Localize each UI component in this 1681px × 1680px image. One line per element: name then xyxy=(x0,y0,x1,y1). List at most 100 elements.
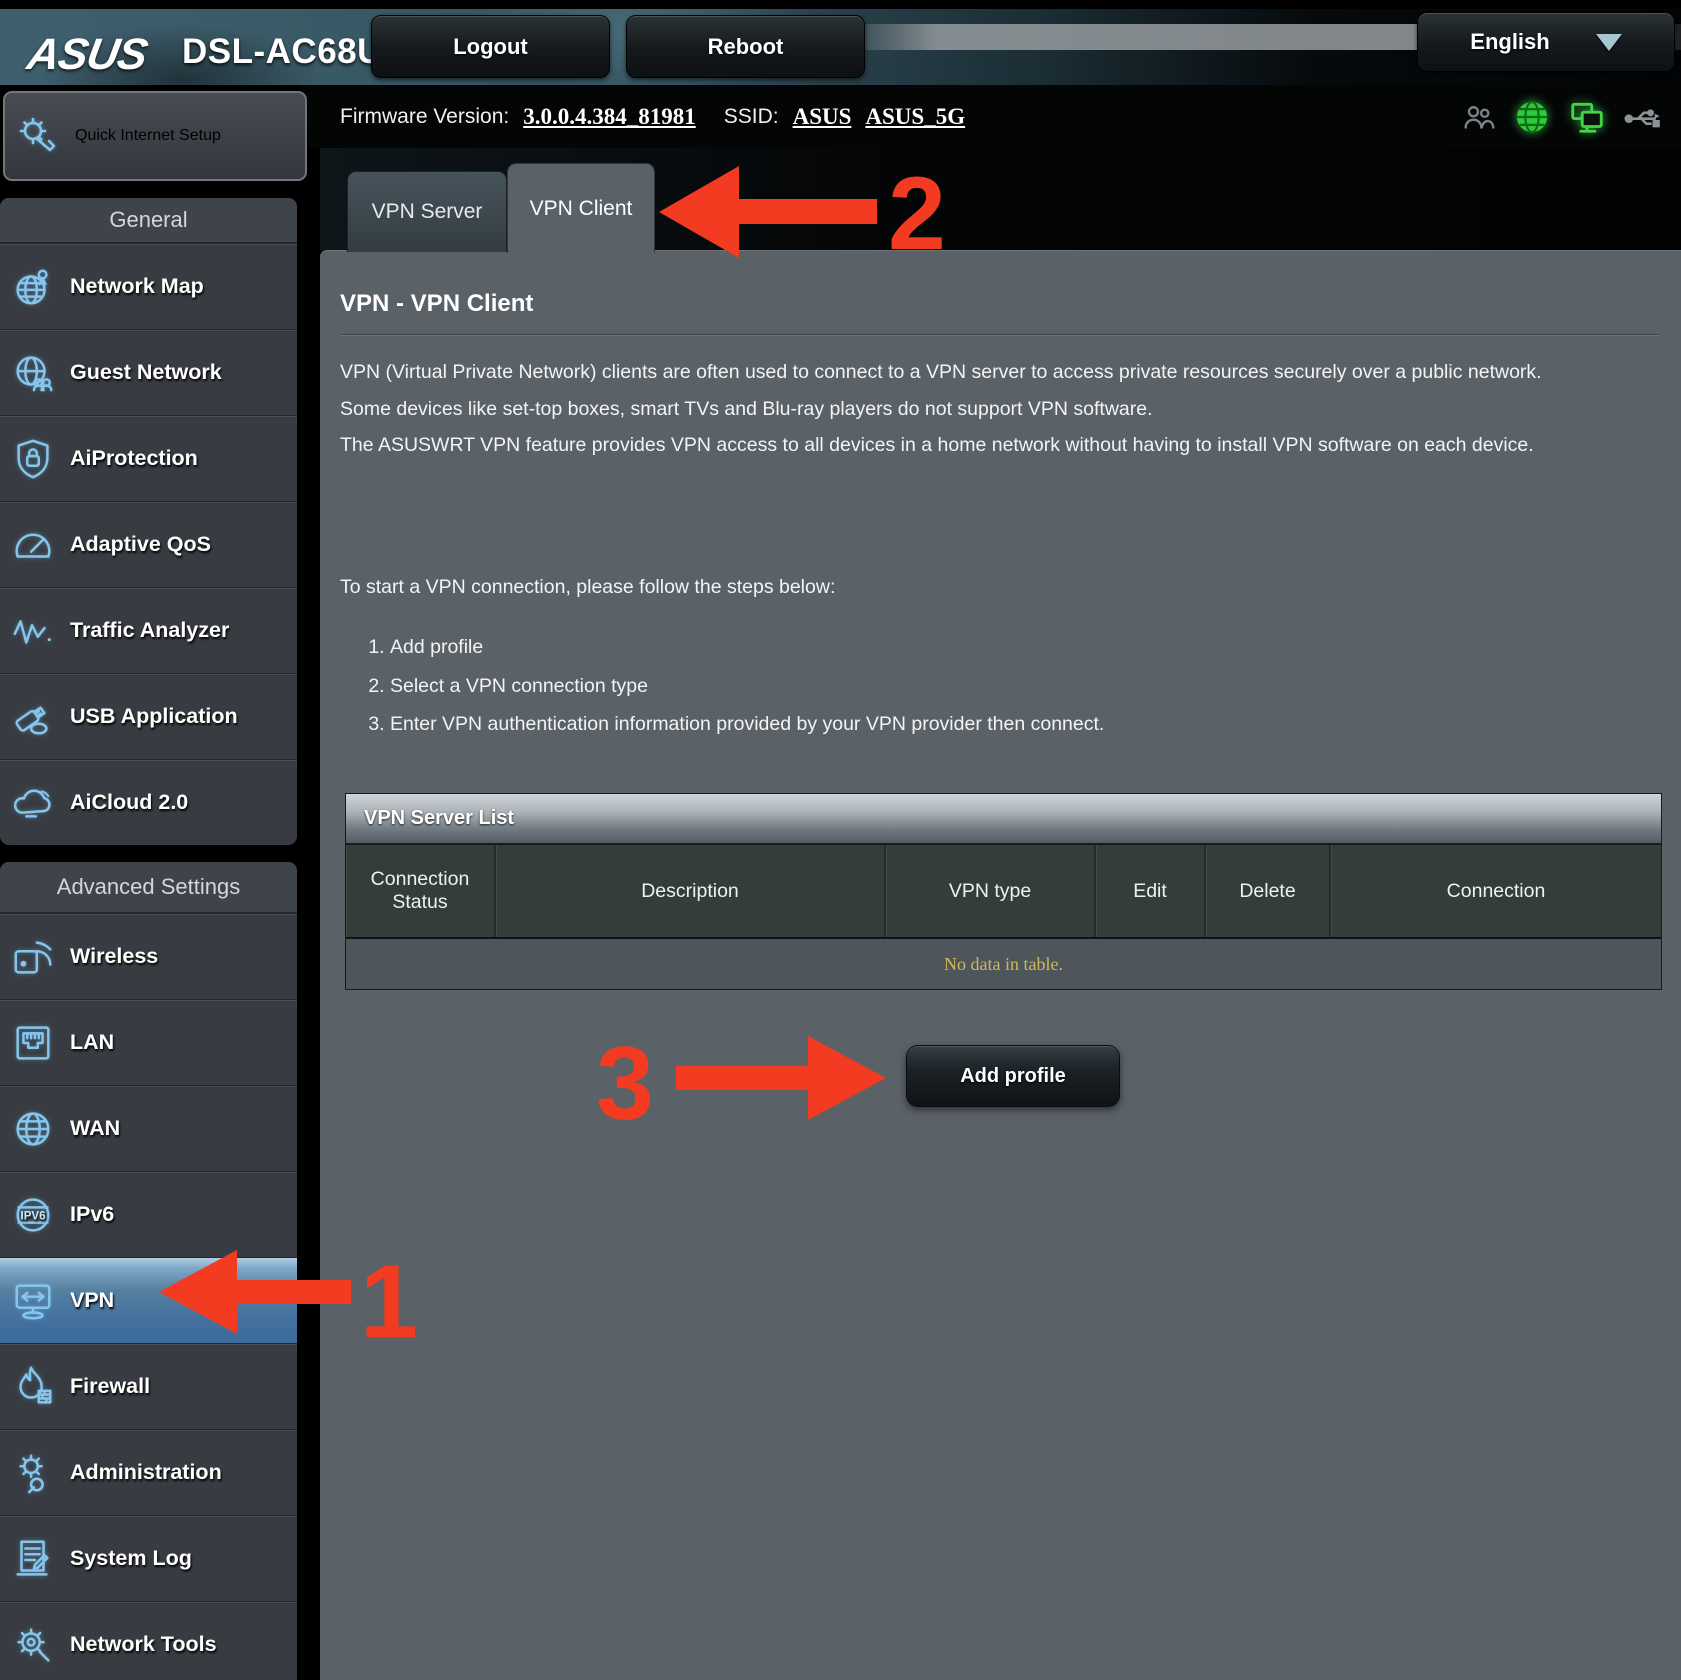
sidebar-item-aiprotection[interactable]: AiProtection xyxy=(0,415,297,501)
sidebar-item-usb-application[interactable]: USB Application xyxy=(0,673,297,759)
tab-vpn-client[interactable]: VPN Client xyxy=(507,163,655,253)
section-title: Advanced Settings xyxy=(0,862,297,913)
tab-vpn-server[interactable]: VPN Server xyxy=(347,171,507,252)
sidebar-item-label: Adaptive QoS xyxy=(70,532,211,557)
usb-drive-icon xyxy=(8,692,58,742)
annotation-number-3: 3 xyxy=(596,1032,654,1136)
description-text: VPN (Virtual Private Network) clients ar… xyxy=(340,354,1598,464)
table-header-row: Connection Status Description VPN type E… xyxy=(346,845,1661,937)
sidebar-item-label: Guest Network xyxy=(70,360,222,385)
sidebar-item-ipv6[interactable]: IPV6 IPv6 xyxy=(0,1171,297,1257)
ssid-link-5g[interactable]: ASUS_5G xyxy=(865,104,965,130)
sidebar-item-network-map[interactable]: Network Map xyxy=(0,243,297,329)
title-divider xyxy=(340,334,1660,335)
chevron-down-icon xyxy=(1596,34,1622,51)
section-title: General xyxy=(0,198,297,243)
sidebar-item-quick-internet-setup[interactable]: Quick Internet Setup xyxy=(3,91,307,181)
page-title: VPN - VPN Client xyxy=(340,290,533,318)
sidebar-item-adaptive-qos[interactable]: Adaptive QoS xyxy=(0,501,297,587)
sidebar-item-aicloud[interactable]: AiCloud 2.0 xyxy=(0,759,297,845)
sidebar-item-label: Wireless xyxy=(70,944,158,969)
internet-globe-icon[interactable] xyxy=(1513,98,1551,136)
paragraph: Some devices like set-top boxes, smart T… xyxy=(340,391,1598,428)
log-doc-icon xyxy=(8,1534,58,1584)
sidebar-item-wan[interactable]: WAN xyxy=(0,1085,297,1171)
firmware-version-link[interactable]: 3.0.0.4.384_81981 xyxy=(523,104,696,130)
annotation-arrowhead-step2 xyxy=(659,166,739,258)
sidebar-item-label: AiCloud 2.0 xyxy=(70,790,188,815)
table-title: VPN Server List xyxy=(346,794,1661,845)
main-content-panel: VPN - VPN Client VPN (Virtual Private Ne… xyxy=(320,250,1681,1680)
sidebar-item-firewall[interactable]: Firewall xyxy=(0,1343,297,1429)
sidebar-item-label: Firewall xyxy=(70,1374,150,1399)
sidebar-item-wireless[interactable]: Wireless xyxy=(0,913,297,999)
sidebar-item-label: AiProtection xyxy=(70,446,198,471)
wifi-icon xyxy=(8,932,58,982)
top-black-strip xyxy=(0,0,1681,9)
router-model-label: DSL-AC68U xyxy=(182,32,383,72)
globe-users-icon xyxy=(8,348,58,398)
gear-wrench-icon xyxy=(11,109,65,163)
ipv6-globe-icon: IPV6 xyxy=(8,1190,58,1240)
column-header-connection: Connection xyxy=(1331,845,1661,937)
cloud-icon xyxy=(8,778,58,828)
sidebar-item-label: LAN xyxy=(70,1030,114,1055)
annotation-number-2: 2 xyxy=(888,162,946,266)
sidebar-item-label: USB Application xyxy=(70,704,238,729)
annotation-arrow-tail-step1 xyxy=(235,1280,351,1304)
ssid-label: SSID: xyxy=(724,105,779,129)
annotation-arrowhead-step1 xyxy=(159,1250,237,1334)
sidebar-item-label: VPN xyxy=(70,1288,114,1313)
sidebar-item-system-log[interactable]: System Log xyxy=(0,1515,297,1601)
sidebar-item-guest-network[interactable]: Guest Network xyxy=(0,329,297,415)
paragraph: VPN (Virtual Private Network) clients ar… xyxy=(340,354,1598,391)
table-empty-row: No data in table. xyxy=(346,937,1661,989)
gear-tools-icon xyxy=(8,1620,58,1670)
gauge-icon xyxy=(8,520,58,570)
language-dropdown[interactable]: English xyxy=(1417,12,1675,72)
logout-button[interactable]: Logout xyxy=(371,15,610,78)
ssid-link-24g[interactable]: ASUS xyxy=(793,104,852,130)
sidebar-item-label: Network Tools xyxy=(70,1632,217,1657)
router-admin-page: ASUS DSL-AC68U Logout Reboot English Fir… xyxy=(0,0,1681,1680)
users-icon[interactable] xyxy=(1460,99,1496,135)
firmware-version-label: Firmware Version: xyxy=(340,105,509,129)
sidebar-item-traffic-analyzer[interactable]: Traffic Analyzer xyxy=(0,587,297,673)
sidebar-nav: Quick Internet Setup General Network Map xyxy=(0,85,300,1680)
annotation-arrowhead-step3 xyxy=(808,1036,886,1120)
sidebar-item-lan[interactable]: LAN xyxy=(0,999,297,1085)
vpn-server-list-table: VPN Server List Connection Status Descri… xyxy=(345,793,1662,990)
flame-icon xyxy=(8,1362,58,1412)
annotation-arrow-tail-step3 xyxy=(676,1066,810,1090)
asus-logo: ASUS xyxy=(24,30,151,80)
svg-text:IPV6: IPV6 xyxy=(21,1210,46,1222)
step-item: Enter VPN authentication information pro… xyxy=(390,705,1104,744)
column-header-vpn-type: VPN type xyxy=(886,845,1096,937)
sidebar-section-general: General Network Map Guest Net xyxy=(0,198,297,845)
ethernet-port-icon xyxy=(8,1018,58,1068)
sidebar-item-network-tools[interactable]: Network Tools xyxy=(0,1601,297,1680)
monitor-arrows-icon xyxy=(8,1276,58,1326)
sidebar-item-label: WAN xyxy=(70,1116,120,1141)
status-info-bar: Firmware Version: 3.0.0.4.384_81981 SSID… xyxy=(300,85,1681,148)
annotation-arrow-tail-step2 xyxy=(737,199,877,224)
status-icon-group xyxy=(1460,85,1663,148)
language-label: English xyxy=(1470,29,1549,55)
add-profile-button[interactable]: Add profile xyxy=(906,1045,1120,1107)
usb-icon[interactable] xyxy=(1623,97,1663,137)
top-header-bar: ASUS DSL-AC68U Logout Reboot English xyxy=(0,0,1681,85)
sidebar-section-advanced-settings: Advanced Settings Wireless LA xyxy=(0,862,297,1680)
sidebar-item-label: Quick Internet Setup xyxy=(75,127,221,145)
sidebar-item-label: Administration xyxy=(70,1460,222,1485)
reboot-button[interactable]: Reboot xyxy=(626,15,865,78)
sidebar-item-label: Network Map xyxy=(70,274,204,299)
globe-icon xyxy=(8,1104,58,1154)
steps-list: Add profile Select a VPN connection type… xyxy=(360,628,1104,744)
step-item: Add profile xyxy=(390,628,1104,667)
column-header-connection-status: Connection Status xyxy=(346,845,496,937)
column-header-delete: Delete xyxy=(1206,845,1331,937)
sidebar-item-administration[interactable]: Administration xyxy=(0,1429,297,1515)
wired-clients-icon[interactable] xyxy=(1568,98,1606,136)
paragraph: The ASUSWRT VPN feature provides VPN acc… xyxy=(340,427,1598,464)
step-item: Select a VPN connection type xyxy=(390,667,1104,706)
